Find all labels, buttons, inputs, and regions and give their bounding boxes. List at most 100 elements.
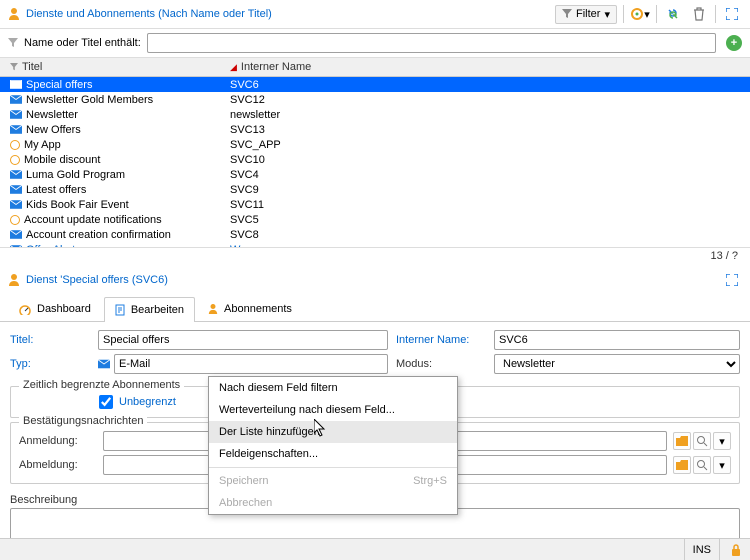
table-row[interactable]: Kids Book Fair EventSVC11 [0, 197, 750, 212]
confirm-legend: Bestätigungsnachrichten [19, 415, 147, 427]
row-title: Mobile discount [24, 154, 100, 166]
ctx-add-to-list[interactable]: Der Liste hinzufügen [209, 421, 457, 443]
envelope-icon [10, 110, 22, 120]
table-header: Titel ◢ Interner Name [0, 58, 750, 77]
table-row[interactable]: Special offers SVC6 [0, 77, 750, 92]
modus-field[interactable]: Newsletter [494, 354, 740, 374]
ctx-filter-by-field[interactable]: Nach diesem Feld filtern [209, 377, 457, 399]
filter-input[interactable] [147, 33, 716, 53]
separator [209, 467, 457, 468]
trash-icon[interactable] [689, 4, 709, 24]
col-title-label: Titel [22, 61, 42, 73]
tab-dashboard[interactable]: Dashboard [8, 296, 102, 321]
insert-mode: INS [684, 539, 720, 560]
table-row[interactable]: Account creation confirmation SVC8 [0, 227, 750, 242]
table-row[interactable]: Newsletter Gold MembersSVC12 [0, 92, 750, 107]
row-intern: SVC10 [230, 154, 265, 166]
envelope-icon [98, 359, 110, 369]
row-title: Account update notifications [24, 214, 162, 226]
ctx-save: SpeichernStrg+S [209, 470, 457, 492]
list-title: Dienste und Abonnements (Nach Name oder … [26, 8, 549, 20]
subscribe-label: Anmeldung: [19, 435, 97, 447]
separator [656, 5, 657, 23]
search-icon[interactable] [693, 456, 711, 474]
col-header-intern[interactable]: ◢ Interner Name [224, 58, 746, 76]
funnel-icon [562, 9, 572, 19]
filter-label: Name oder Titel enthält: [24, 37, 141, 49]
row-intern: SVC9 [230, 184, 259, 196]
circle-icon [10, 215, 20, 225]
search-icon[interactable] [693, 432, 711, 450]
col-header-title[interactable]: Titel [4, 58, 224, 76]
folder-icon[interactable] [673, 456, 691, 474]
col-intern-label: Interner Name [241, 61, 311, 73]
chevron-down-icon: ▾ [604, 8, 610, 21]
table-row[interactable]: Luma Gold ProgramSVC4 [0, 167, 750, 182]
folder-icon[interactable] [673, 432, 691, 450]
ctx-value-distribution[interactable]: Werteverteilung nach diesem Feld... [209, 399, 457, 421]
add-filter-button[interactable]: + [726, 35, 742, 51]
refresh-icon[interactable] [663, 4, 683, 24]
modus-label: Modus: [396, 358, 486, 370]
envelope-icon [10, 200, 22, 210]
edit-form: Titel: Interner Name: Typ: Modus: Newsle… [0, 322, 750, 382]
row-title: Newsletter [26, 109, 78, 121]
envelope-icon [10, 185, 22, 195]
envelope-icon [10, 230, 22, 240]
row-title: Special offers [26, 79, 92, 91]
funnel-icon [10, 63, 18, 71]
titel-field[interactable] [98, 330, 388, 350]
row-intern: SVC_APP [230, 139, 281, 151]
context-menu: Nach diesem Feld filtern Werteverteilung… [208, 376, 458, 515]
row-intern: newsletter [230, 109, 280, 121]
row-intern: SVC6 [230, 79, 259, 91]
row-intern: SVC13 [230, 124, 265, 136]
filter-button[interactable]: Filter ▾ [555, 5, 617, 24]
table-row[interactable]: Latest offers SVC9 [0, 182, 750, 197]
tab-edit[interactable]: Bearbeiten [104, 297, 195, 322]
table-row[interactable]: Mobile discount SVC10 [0, 152, 750, 167]
table-row[interactable]: New OffersSVC13 [0, 122, 750, 137]
expand-icon[interactable] [722, 4, 742, 24]
sort-asc-icon: ◢ [230, 62, 237, 73]
pager: 13 / ? [0, 247, 750, 264]
envelope-icon [10, 170, 22, 180]
table-row[interactable]: Newsletter newsletter [0, 107, 750, 122]
row-title: Kids Book Fair Event [26, 199, 129, 211]
list-header: Dienste und Abonnements (Nach Name oder … [0, 0, 750, 29]
detail-tabs: Dashboard Bearbeiten Abonnements [0, 296, 750, 322]
envelope-icon [10, 95, 22, 105]
ctx-field-properties[interactable]: Feldeigenschaften... [209, 443, 457, 465]
row-intern: SVC5 [230, 214, 259, 226]
row-title: My App [24, 139, 61, 151]
chevron-down-icon[interactable]: ▾ [713, 456, 731, 474]
unlimited-checkbox[interactable] [99, 395, 113, 409]
person-icon [8, 273, 20, 287]
titel-label: Titel: [10, 334, 90, 346]
separator [623, 5, 624, 23]
row-title: Newsletter Gold Members [26, 94, 153, 106]
row-title: Account creation confirmation [26, 229, 171, 241]
lock-icon [730, 543, 742, 557]
intern-field[interactable] [494, 330, 740, 350]
table-row[interactable]: Offer AlertsWarnungen [0, 242, 750, 247]
expand-detail-icon[interactable] [722, 270, 742, 290]
funnel-icon [8, 38, 18, 48]
row-intern: SVC8 [230, 229, 259, 241]
table-row[interactable]: Account update notifications SVC5 [0, 212, 750, 227]
typ-label: Typ: [10, 358, 90, 370]
row-title: Offer Alerts [26, 244, 81, 248]
row-title: Latest offers [26, 184, 86, 196]
dashboard-icon [19, 303, 31, 315]
document-icon [115, 304, 125, 316]
separator [715, 5, 716, 23]
typ-field[interactable] [114, 354, 388, 374]
chevron-down-icon[interactable]: ▾ [713, 432, 731, 450]
intern-label: Interner Name: [396, 334, 486, 346]
circle-icon [10, 140, 20, 150]
tab-abos[interactable]: Abonnements [197, 296, 303, 321]
time-limited-legend: Zeitlich begrenzte Abonnements [19, 379, 184, 391]
circle-icon [10, 155, 20, 165]
table-row[interactable]: My App SVC_APP [0, 137, 750, 152]
gear-icon[interactable]: ▾ [630, 4, 650, 24]
